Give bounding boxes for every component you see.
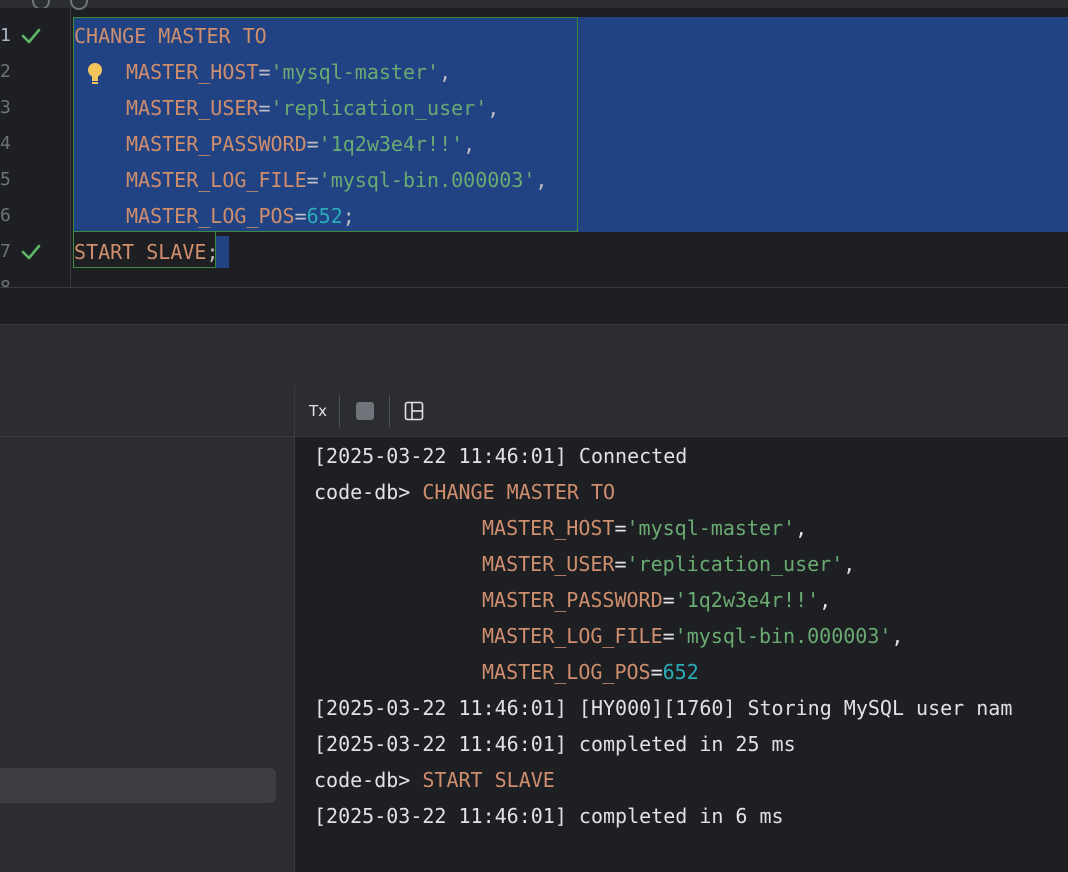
console-line: MASTER_PASSWORD='1q2w3e4r!!', [314,582,831,618]
console-line: code-db> CHANGE MASTER TO [314,474,615,510]
code-token: ; [206,240,219,264]
console-line: MASTER_USER='replication_user', [314,546,855,582]
toolbar-separator [339,395,340,427]
code-token: , [487,96,500,120]
services-toolbar [0,386,294,437]
line-number: 2 [0,61,11,82]
code-line[interactable]: CHANGE MASTER TO [74,18,267,54]
console-token: = [662,588,675,612]
line-gutter[interactable]: 1 2 3 4 5 6 7 8 [0,8,71,287]
code-token: CHANGE MASTER TO [74,24,267,48]
line-number: 8 [0,270,11,287]
code-token: START SLAVE [74,240,207,264]
console-token: MASTER_LOG_POS [482,660,651,684]
console-token: code-db> [314,480,423,504]
console-line: [2025-03-22 11:46:01] Connected [314,438,687,474]
toolbar-icon[interactable] [70,0,88,10]
code-token: , [463,132,476,156]
console-line: [2025-03-22 11:46:01] [HY000][1760] Stor… [314,690,1012,726]
clear-formatting-label: Tx [308,402,328,420]
console-token: = [662,624,675,648]
console-token: code-db> [314,768,423,792]
console-token: [2025-03-22 11:46:01] completed in 25 ms [314,732,796,756]
console-line: [2025-03-22 11:46:01] completed in 25 ms [314,726,796,762]
console-line: [2025-03-22 11:46:01] completed in 6 ms [314,798,784,834]
console-token: 'mysql-master' [626,516,796,540]
code-line[interactable]: MASTER_USER='replication_user', [126,90,499,126]
checkmark-icon [20,241,42,263]
editor-toolbar [0,0,1068,10]
console-token: [2025-03-22 11:46:01] completed in 6 ms [314,804,784,828]
console-token: 'replication_user' [626,552,844,576]
code-token: '1q2w3e4r!!' [318,132,464,156]
console-toolbar: Tx [295,386,1068,437]
line-number: 7 [0,241,11,262]
clear-formatting-icon[interactable]: Tx [303,396,333,426]
code-token: = [294,204,307,228]
console-token: , [819,588,832,612]
console-output[interactable]: [2025-03-22 11:46:01] Connected code-db> … [295,437,1068,872]
console-token: [2025-03-22 11:46:01] [HY000][1760] Stor… [314,696,1013,720]
console-token: , [891,624,904,648]
selected-tree-item[interactable] [0,768,276,803]
toolbar-separator [389,395,390,427]
code-token: ; [342,204,355,228]
console-token: MASTER_LOG_FILE [482,624,663,648]
console-line: MASTER_LOG_POS=652 [314,654,699,690]
console-token: , [795,516,808,540]
line-number: 1 [0,25,11,46]
line-number: 6 [0,205,11,226]
console-token: = [614,552,627,576]
console-token: MASTER_PASSWORD [482,588,663,612]
console-token: START SLAVE [422,768,555,792]
tool-window-header [0,324,1068,387]
code-line[interactable]: MASTER_HOST='mysql-master', [126,54,451,90]
code-token: 'mysql-master' [270,60,440,84]
console-line: MASTER_HOST='mysql-master', [314,510,807,546]
code-token: = [306,132,319,156]
console-token: = [650,660,663,684]
console-token: , [843,552,856,576]
console-token: 652 [662,660,699,684]
code-token: MASTER_PASSWORD [126,132,307,156]
code-line[interactable]: MASTER_PASSWORD='1q2w3e4r!!', [126,126,475,162]
console-token: = [614,516,627,540]
editor-status-strip [0,287,1068,325]
console-line: MASTER_LOG_FILE='mysql-bin.000003', [314,618,903,654]
code-token: MASTER_LOG_POS [126,204,295,228]
console-token: '1q2w3e4r!!' [674,588,820,612]
code-token: MASTER_USER [126,96,259,120]
code-token: , [439,60,452,84]
line-number: 3 [0,97,11,118]
code-token: = [306,168,319,192]
code-token: , [535,168,548,192]
services-tree-panel[interactable] [0,386,295,872]
console-token: CHANGE MASTER TO [422,480,616,504]
console-token: [2025-03-22 11:46:01] Connected [314,444,688,468]
code-token: 652 [306,204,343,228]
code-line[interactable]: MASTER_LOG_POS=652; [126,198,355,234]
console-line: code-db> START SLAVE [314,762,555,798]
layout-icon[interactable] [399,396,429,426]
lightbulb-icon[interactable] [86,61,104,87]
checkmark-icon [20,25,42,47]
line-number: 5 [0,169,11,190]
code-token: 'replication_user' [270,96,488,120]
console-token: MASTER_USER [482,552,615,576]
stop-icon[interactable] [350,396,380,426]
code-line[interactable]: START SLAVE; [74,234,219,270]
code-token: MASTER_LOG_FILE [126,168,307,192]
code-token: = [258,96,271,120]
code-token: 'mysql-bin.000003' [318,168,536,192]
code-line[interactable]: MASTER_LOG_FILE='mysql-bin.000003', [126,162,547,198]
code-token: MASTER_HOST [126,60,259,84]
line-number: 4 [0,133,11,154]
console-token: 'mysql-bin.000003' [674,624,892,648]
sql-editor[interactable]: 12345678 CHANGE MASTER TOMASTER_HOST='my… [0,0,1068,287]
code-token: = [258,60,271,84]
console-token: MASTER_HOST [482,516,615,540]
